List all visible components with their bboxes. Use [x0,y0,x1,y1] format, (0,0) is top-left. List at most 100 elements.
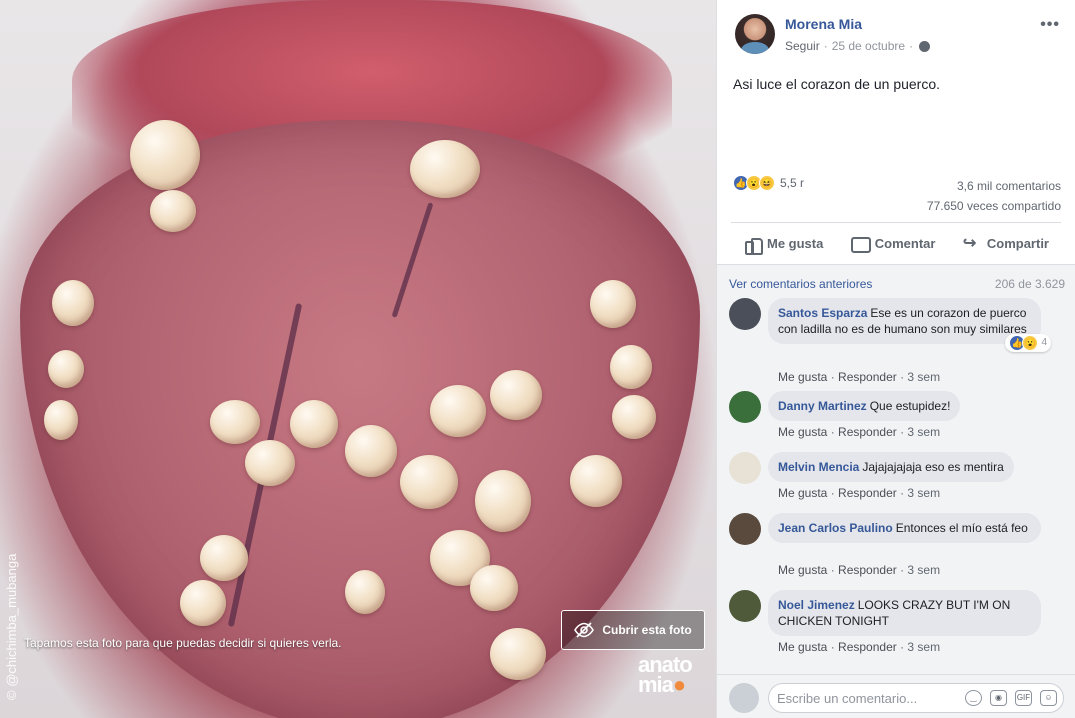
cyst [490,370,542,420]
cyst [245,440,295,486]
follow-link[interactable]: Seguir [785,39,820,53]
post-photo[interactable]: © @chichimba_mubanga Tapamos esta foto p… [0,0,716,718]
comment-actions: Me gusta · Responder · 3 sem [778,640,941,654]
cyst [410,140,480,198]
photo-watermark: © @chichimba_mubanga [4,553,19,700]
thumbs-up-icon [743,236,763,255]
cyst [612,395,656,439]
post-date[interactable]: 25 de octubre [832,39,905,53]
shares-count[interactable]: 77.650 veces compartido [927,196,1061,216]
like-button[interactable]: Me gusta [743,236,824,255]
comment-time[interactable]: 3 sem [907,425,940,439]
comment-bubble: Santos Esparza Ese es un corazon de puerc… [768,298,1051,352]
commenter-avatar[interactable] [729,452,761,484]
commenter-name[interactable]: Santos Esparza [778,306,867,320]
logo-line2: mia [638,672,674,697]
anatomia-logo: anato mia● [638,654,693,697]
wow-icon: 😮 [1022,335,1039,351]
commenter-avatar[interactable] [729,391,761,423]
cyst [200,535,248,581]
cyst [400,455,458,509]
cyst [470,565,518,611]
comment-composer: Escribe un comentario... ‿ ◉ GIF ☺ [717,674,1075,718]
comments-count[interactable]: 3,6 mil comentarios [927,176,1061,196]
comment-reactions[interactable]: 👍 😮 4 [1005,334,1051,352]
commenter-name[interactable]: Noel Jimenez [778,598,855,612]
cyst [490,628,546,680]
commenter-name[interactable]: Melvin Mencia [778,460,859,474]
comment-reply-link[interactable]: Responder [838,370,897,384]
comment-reply-link[interactable]: Responder [838,640,897,654]
comment-like-link[interactable]: Me gusta [778,563,827,577]
cyst [130,120,200,190]
comment-time[interactable]: 3 sem [907,563,940,577]
camera-icon[interactable]: ◉ [990,690,1007,706]
comment-time[interactable]: 3 sem [907,486,940,500]
comment-reply-link[interactable]: Responder [838,486,897,500]
comment-reply-link[interactable]: Responder [838,425,897,439]
comments-shown-count: 206 de 3.629 [994,277,1065,291]
share-label: Compartir [986,236,1049,251]
cyst [150,190,196,232]
cyst [52,280,94,326]
comment-like-link[interactable]: Me gusta [778,640,827,654]
comment-time[interactable]: 3 sem [907,370,940,384]
cyst [180,580,226,626]
cyst [44,400,78,440]
comment-reply-link[interactable]: Responder [838,563,897,577]
comment-reaction-count: 4 [1041,337,1047,348]
comment-icon [850,236,871,253]
comment-actions: Me gusta · Responder · 3 sem [778,486,941,500]
emoji-icon[interactable]: ‿ [965,690,982,706]
commenter-avatar[interactable] [729,513,761,545]
cyst [210,400,260,444]
cyst [48,350,84,388]
commenter-avatar[interactable] [729,590,761,622]
post-actions: Me gusta Comentar ↪ Compartir [731,222,1061,264]
commenter-avatar[interactable] [729,298,761,330]
gif-icon[interactable]: GIF [1015,690,1032,706]
logo-dot: ● [672,672,686,697]
like-label: Me gusta [767,236,824,251]
share-icon: ↪ [962,234,977,252]
comment-text: Jajajajajaja eso es mentira [862,460,1004,474]
comment-text: Que estupidez! [869,399,951,413]
comment-actions: Me gusta · Responder · 3 sem [778,425,941,439]
haha-icon: 😆 [759,175,775,191]
cover-note: Tapamos esta foto para que puedas decidi… [24,636,342,650]
comment-text: Entonces el mío está feo [895,521,1028,535]
cover-photo-button[interactable]: Cubrir esta foto [561,610,705,650]
comment-actions: Me gusta · Responder · 3 sem [778,563,941,577]
comment-time[interactable]: 3 sem [907,640,940,654]
post-stats: 3,6 mil comentarios 77.650 veces compart… [927,176,1061,216]
author-avatar[interactable] [735,14,775,54]
cyst [475,470,531,532]
share-button[interactable]: ↪ Compartir [962,234,1049,252]
reaction-summary[interactable]: 👍 😮 😆 5,5 r [733,175,804,191]
author-name[interactable]: Morena Mia [785,16,930,32]
comment-bubble: Danny Martinez Que estupidez! [768,391,961,421]
cover-photo-label: Cubrir esta foto [602,623,692,637]
comment-like-link[interactable]: Me gusta [778,486,827,500]
previous-comments-link[interactable]: Ver comentarios anteriores [729,277,872,291]
comment-like-link[interactable]: Me gusta [778,370,827,384]
meta-separator: · [909,39,914,53]
more-icon[interactable]: ••• [1040,16,1060,34]
comment-bubble: Jean Carlos Paulino Entonces el mío está … [768,513,1041,543]
post-panel: Morena Mia Seguir · 25 de octubre · ••• … [716,0,1075,718]
cyst [345,425,397,477]
cyst [345,570,385,614]
comment-bubble: Noel Jimenez LOOKS CRAZY BUT I'M ON CHICK… [768,590,1041,636]
cyst [430,385,486,437]
meta-separator: · [823,39,828,53]
sticker-icon[interactable]: ☺ [1040,690,1057,706]
comment-label: Comentar [874,236,936,251]
post-header: Morena Mia Seguir · 25 de octubre · [735,14,931,54]
commenter-name[interactable]: Danny Martinez [778,399,867,413]
comment-bubble: Melvin Mencia Jajajajajaja eso es mentira [768,452,1014,482]
comment-like-link[interactable]: Me gusta [778,425,827,439]
globe-icon [919,40,931,52]
cyst [590,280,636,328]
comment-button[interactable]: Comentar [850,236,936,253]
commenter-name[interactable]: Jean Carlos Paulino [778,521,893,535]
